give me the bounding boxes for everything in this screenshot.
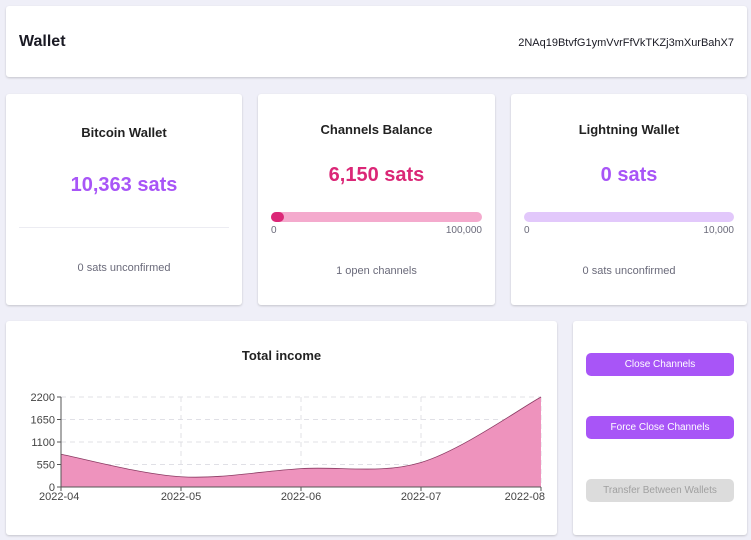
total-income-card: Total income 0 550 1100 1650 2200 2022-04 2022… xyxy=(6,321,557,535)
lightning-wallet-title: Lightning Wallet xyxy=(578,122,680,137)
wallet-address[interactable]: 2NAq19BtvfG1ymVvrFfVkTKZj3mXurBahX7 xyxy=(518,37,734,49)
y-tick-label: 2200 xyxy=(31,392,55,404)
channels-bar-min-label: 0 xyxy=(271,225,277,236)
x-tick-label: 2022-05 xyxy=(161,491,201,503)
y-tick-label: 550 xyxy=(37,460,55,472)
channels-balance-card: Channels Balance 6,150 sats 0 100,000 1 … xyxy=(258,94,495,305)
lightning-capacity-bar xyxy=(524,212,734,222)
y-tick-label: 1650 xyxy=(31,415,55,427)
bitcoin-wallet-title: Bitcoin Wallet xyxy=(81,125,167,140)
divider xyxy=(19,227,229,228)
channels-capacity-bar xyxy=(271,212,482,222)
bitcoin-wallet-unconfirmed: 0 sats unconfirmed xyxy=(77,262,171,274)
page-title: Wallet xyxy=(19,33,66,50)
header-card: Wallet 2NAq19BtvfG1ymVvrFfVkTKZj3mXurBah… xyxy=(6,6,747,77)
transfer-between-wallets-button: Transfer Between Wallets xyxy=(586,479,734,502)
open-channels-count: 1 open channels xyxy=(336,265,417,277)
x-tick-label: 2022-08 xyxy=(505,491,545,503)
force-close-channels-button[interactable]: Force Close Channels xyxy=(586,416,734,439)
lightning-wallet-unconfirmed: 0 sats unconfirmed xyxy=(582,265,676,277)
channels-capacity-fill xyxy=(271,212,284,222)
lightning-wallet-amount: 0 sats xyxy=(600,164,658,186)
lightning-bar-min-label: 0 xyxy=(524,225,530,236)
y-tick-label: 1100 xyxy=(31,437,55,449)
actions-card: Close Channels Force Close Channels Tran… xyxy=(573,321,747,535)
lightning-wallet-card: Lightning Wallet 0 sats 0 10,000 0 sats … xyxy=(511,94,747,305)
channels-balance-amount: 6,150 sats xyxy=(328,164,425,186)
channels-bar-max-label: 100,000 xyxy=(445,225,482,236)
channels-balance-title: Channels Balance xyxy=(320,122,433,137)
x-tick-label: 2022-04 xyxy=(39,491,79,503)
lightning-bar-max-label: 10,000 xyxy=(703,225,734,236)
x-tick-label: 2022-07 xyxy=(401,491,441,503)
bitcoin-wallet-amount: 10,363 sats xyxy=(70,174,178,196)
close-channels-button[interactable]: Close Channels xyxy=(586,353,734,376)
income-chart: 05501100165022002022-04 2022-05 2022-06 202… xyxy=(31,392,545,503)
bitcoin-wallet-card: Bitcoin Wallet 10,363 sats 0 sats unconf… xyxy=(6,94,242,305)
x-tick-label: 2022-06 xyxy=(281,491,321,503)
